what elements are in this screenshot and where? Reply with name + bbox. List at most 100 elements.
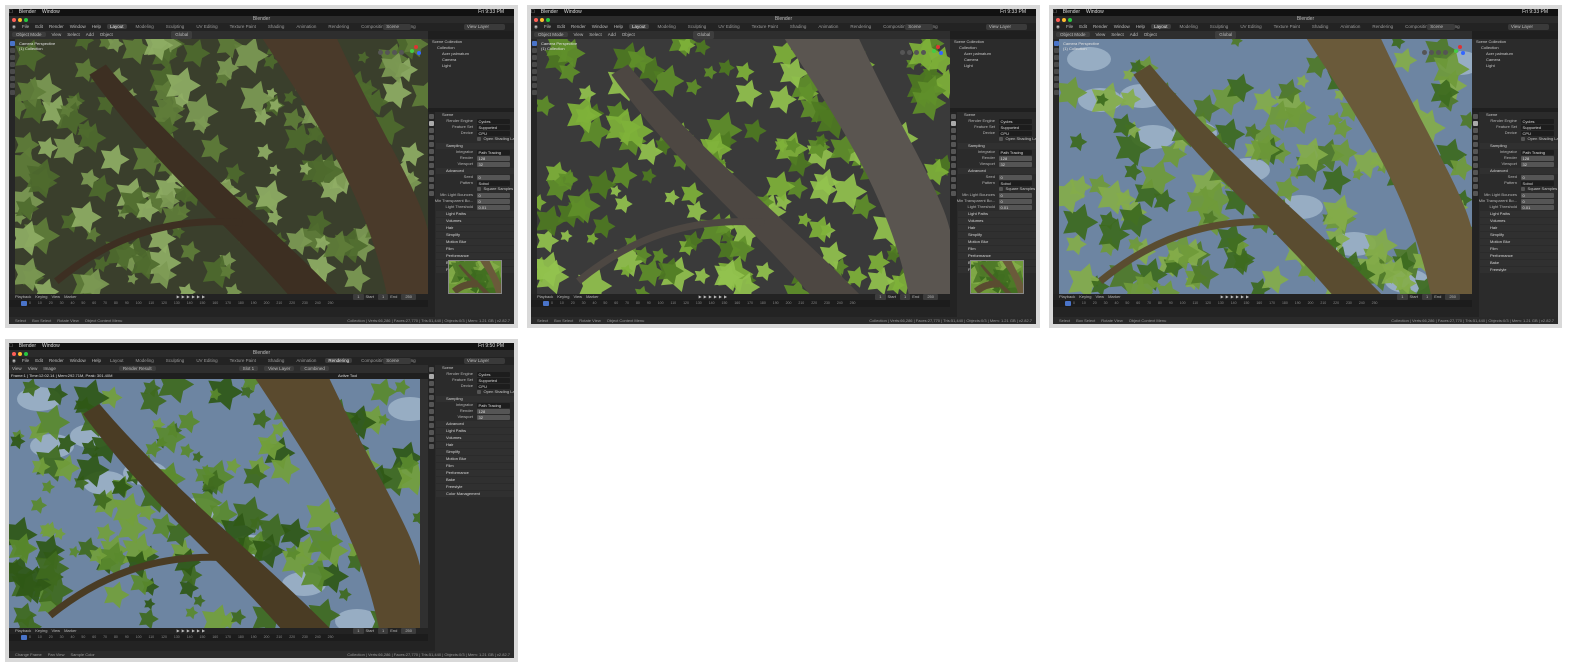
workspace-tab[interactable]: Modeling (133, 24, 157, 29)
performance-section[interactable]: Performance (1480, 253, 1558, 259)
film-section[interactable]: Film (436, 246, 514, 252)
prev-key-icon[interactable]: ▶ (182, 294, 185, 299)
header-menu-object[interactable]: Object (1144, 32, 1157, 37)
apple-icon[interactable]:  (531, 9, 535, 15)
osl-checkbox[interactable]: Open Shading Language (436, 389, 514, 395)
y-axis-icon[interactable] (1454, 49, 1458, 53)
close-icon[interactable] (534, 18, 538, 22)
timeline-menu-view[interactable]: View (573, 294, 582, 299)
light-paths-section[interactable]: Light Paths (958, 211, 1036, 217)
prev-key-icon[interactable]: ▶ (704, 294, 707, 299)
blender-logo-icon[interactable]: ◉ (534, 24, 538, 29)
volumes-section[interactable]: Volumes (1480, 218, 1558, 224)
mode-dropdown[interactable]: Object Mode (534, 32, 568, 37)
render-thumbnail[interactable] (448, 260, 502, 294)
performance-section[interactable]: Performance (436, 253, 514, 259)
header-menu-select[interactable]: Select (1111, 32, 1124, 37)
view-layer-tab-icon[interactable] (1473, 135, 1478, 140)
perspective-icon[interactable] (921, 50, 926, 55)
checkbox-icon[interactable] (476, 390, 481, 394)
y-axis-icon[interactable] (410, 49, 414, 53)
workspace-tab[interactable]: Animation (815, 24, 841, 29)
osl-checkbox[interactable]: Open Shading Language (1480, 136, 1558, 142)
menu-item[interactable]: Render (1093, 24, 1108, 29)
move-tool-icon[interactable] (9, 55, 15, 60)
tool-tab-icon[interactable] (1473, 114, 1478, 119)
checkbox-icon[interactable] (1520, 137, 1525, 141)
data-tab-icon[interactable] (429, 444, 434, 449)
render-tab-icon[interactable] (429, 374, 434, 379)
camera-view-icon[interactable] (914, 50, 919, 55)
workspace-tab[interactable]: Modeling (133, 358, 157, 363)
hair-section[interactable]: Hair (958, 225, 1036, 231)
workspace-tab[interactable]: Sculpting (1207, 24, 1232, 29)
constraints-tab-icon[interactable] (951, 184, 956, 189)
perspective-icon[interactable] (399, 50, 404, 55)
workspace-tab[interactable]: Layout (107, 358, 127, 363)
menu-item[interactable]: Render (49, 24, 64, 29)
timeline-menu-playback[interactable]: Playback (15, 628, 31, 633)
timeline-menu-marker[interactable]: Marker (586, 294, 598, 299)
minimize-icon[interactable] (540, 18, 544, 22)
light-paths-section[interactable]: Light Paths (436, 428, 514, 434)
timeline-menu-playback[interactable]: Playback (1059, 294, 1075, 299)
workspace-tab[interactable]: Rendering (847, 24, 874, 29)
apple-icon[interactable]:  (9, 9, 13, 15)
transform-orientation[interactable]: Global (1215, 31, 1237, 39)
volumes-section[interactable]: Volumes (958, 218, 1036, 224)
header-menu-view[interactable]: View (1096, 32, 1106, 37)
camera-view-icon[interactable] (1436, 50, 1441, 55)
checkbox-icon[interactable] (1520, 187, 1525, 191)
prev-key-icon[interactable]: ▶ (1226, 294, 1229, 299)
tool-tab-icon[interactable] (429, 367, 434, 372)
workspace-tab[interactable]: Texture Paint (227, 358, 259, 363)
jump-start-icon[interactable]: ▶ (177, 294, 180, 299)
menu-item[interactable]: Help (614, 24, 623, 29)
select-tool-icon[interactable] (9, 41, 15, 46)
simplify-section[interactable]: Simplify (436, 449, 514, 455)
outliner-item[interactable]: Light (950, 63, 1036, 69)
menu-item[interactable]: Help (92, 358, 101, 363)
volumes-section[interactable]: Volumes (436, 218, 514, 224)
header-menu-view[interactable]: View (574, 32, 584, 37)
workspace-tab[interactable]: Shading (787, 24, 810, 29)
workspace-tab[interactable]: Layout (1151, 24, 1171, 29)
timeline-menu-keying[interactable]: Keying (35, 294, 47, 299)
header-menu-object[interactable]: Object (622, 32, 635, 37)
workspace-tab[interactable]: Sculpting (163, 24, 188, 29)
transform-orientation[interactable]: Global (171, 31, 193, 39)
play-reverse-icon[interactable]: ▶ (1231, 294, 1234, 299)
menu-item[interactable]: Render (49, 358, 64, 363)
workspace-tab[interactable]: Rendering (325, 24, 352, 29)
maximize-icon[interactable] (1068, 18, 1072, 22)
scene-selector[interactable]: Scene (383, 24, 411, 30)
transform-tool-icon[interactable] (9, 76, 15, 81)
prev-key-icon[interactable]: ▶ (182, 628, 185, 633)
menu-item[interactable]: Window (70, 358, 86, 363)
simplify-section[interactable]: Simplify (436, 232, 514, 238)
timeline-menu-keying[interactable]: Keying (35, 628, 47, 633)
checkbox-icon[interactable] (476, 187, 481, 191)
z-axis-icon[interactable] (1461, 51, 1465, 55)
header-menu-view[interactable]: View (52, 32, 62, 37)
play-reverse-icon[interactable]: ▶ (187, 294, 190, 299)
osl-checkbox[interactable]: Open Shading Language (958, 136, 1036, 142)
scene-tab-icon[interactable] (429, 142, 434, 147)
timeline-menu-view[interactable]: View (1095, 294, 1104, 299)
light-threshold-field-value[interactable]: 0.01 (998, 205, 1032, 210)
viewport-samples-field-value[interactable]: 32 (1520, 162, 1554, 167)
render-tab-icon[interactable] (429, 121, 434, 126)
outliner-item[interactable]: Light (1472, 63, 1558, 69)
zoom-icon[interactable] (900, 50, 905, 55)
scene-selector[interactable]: Scene (1427, 24, 1455, 30)
advanced-section[interactable]: Advanced (436, 421, 514, 427)
outliner-item[interactable]: Light (428, 63, 514, 69)
menu-item[interactable]: File (22, 358, 29, 363)
minimize-icon[interactable] (18, 18, 22, 22)
workspace-tab[interactable]: Texture Paint (1271, 24, 1303, 29)
freestyle-section[interactable]: Freestyle (436, 484, 514, 490)
x-axis-icon[interactable] (1458, 45, 1462, 49)
tool-tab-icon[interactable] (951, 114, 956, 119)
data-tab-icon[interactable] (429, 191, 434, 196)
mac-window-menu[interactable]: Window (564, 9, 582, 15)
